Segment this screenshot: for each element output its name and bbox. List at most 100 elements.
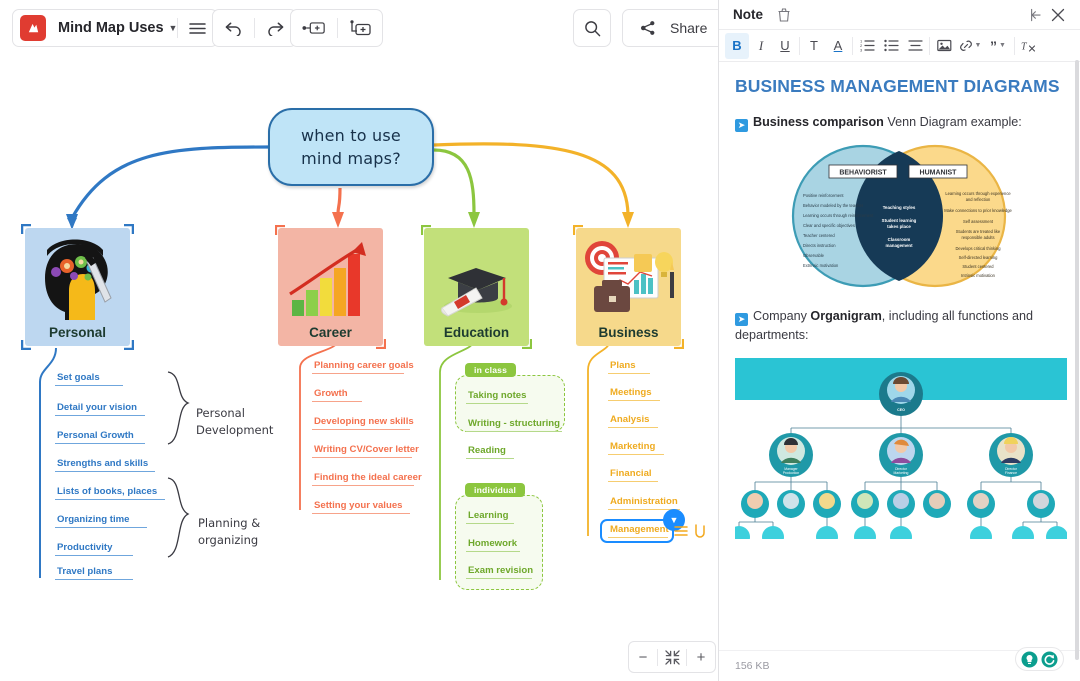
subtopic-label: Writing - structuring [468,418,561,429]
svg-text:and reflection: and reflection [965,197,990,202]
italic-button[interactable]: I [749,33,773,59]
subtopic-marketing[interactable]: Marketing [608,441,664,456]
quote-glyph: ” [990,37,998,54]
subtopic-writing-cv-cover-letter[interactable]: Writing CV/Cover letter [312,444,419,459]
underline [312,401,362,403]
close-icon[interactable] [1046,8,1070,22]
subtopic-set-goals[interactable]: Set goals [55,372,123,387]
subtopic-label: Growth [314,388,348,399]
branch-label-education: Education [443,325,510,340]
canvas-area[interactable]: Mind Map Uses ▼ Share when to use mind m… [0,0,718,681]
clear-format-icon[interactable]: T [1017,33,1041,59]
ai-assist-icon[interactable] [1021,651,1038,668]
bold-button[interactable]: B [725,32,749,59]
subtopic-developing-new-skills[interactable]: Developing new skills [312,416,414,431]
organigram-svg: CEO Manager Production Director Marketin… [728,357,1068,548]
svg-text:Extrinsic motivation: Extrinsic motivation [803,263,839,268]
note-panel-scrollbar[interactable] [1075,60,1079,660]
branch-node-career[interactable]: Career [275,225,386,349]
trash-icon[interactable] [773,7,795,22]
note-paragraph-1-rest: Venn Diagram example: [883,115,1022,129]
subtopic-management[interactable]: Management [608,524,669,539]
svg-text:Observable: Observable [803,253,825,258]
zoom-out-button[interactable]: − [629,642,657,672]
business-illustration-icon [585,241,674,312]
subtopic-label: Strengths and skills [57,458,149,469]
subtopic-label: Taking notes [468,390,527,401]
note-paragraph-1-bold: Business comparison [753,115,884,129]
subtopic-label: Lists of books, places [57,486,158,497]
subtopic-label: Management [610,524,669,535]
svg-text:Learning occurs through reinfo: Learning occurs through reinforcement [803,213,874,218]
venn-diagram-image[interactable]: BEHAVIORIST HUMANIST Positive reinforcem… [735,141,1062,291]
subtopic-label: Personal Growth [57,430,134,441]
mindmap-canvas[interactable]: when to use mind maps? Personal Set goal… [0,0,718,681]
subtopic-analysis[interactable]: Analysis [608,414,658,429]
note-panel-title: Note [733,7,763,22]
subtopic-taking-notes[interactable]: Taking notes [466,390,528,405]
underline [55,443,145,445]
subtopic-strengths-and-skills[interactable]: Strengths and skills [55,458,155,473]
fit-to-screen-icon[interactable] [658,642,686,672]
subtopic-exam-revision[interactable]: Exam revision [466,565,533,580]
svg-text:Student learning: Student learning [881,218,916,223]
subtopic-learning[interactable]: Learning [466,510,514,525]
svg-text:Self assessment: Self assessment [962,219,993,224]
subtopic-travel-plans[interactable]: Travel plans [55,566,133,581]
svg-text:Teacher centered: Teacher centered [803,233,835,238]
subtopic-productivity[interactable]: Productivity [55,542,133,557]
subtopic-meetings[interactable]: Meetings [608,387,660,402]
quote-button[interactable]: ” ▼ [984,33,1012,59]
subtopic-reading[interactable]: Reading [466,445,514,460]
central-topic[interactable]: when to use mind maps? [268,108,434,186]
branch-node-business[interactable]: Business [573,225,684,349]
selection-corner [124,224,134,234]
font-color-button[interactable]: A [826,33,850,59]
subtopic-administration[interactable]: Administration [608,496,680,511]
subtopic-personal-growth[interactable]: Personal Growth [55,430,145,445]
subtopic-label: Developing new skills [314,416,414,427]
link-icon[interactable]: ▼ [956,33,984,59]
bullet-list-icon[interactable] [879,33,903,59]
branch-node-education[interactable]: Education [421,225,532,349]
subtopic-planning-career-goals[interactable]: Planning career goals [312,360,414,375]
subtopic-setting-your-values[interactable]: Setting your values [312,500,410,515]
subtopic-writing-structuring[interactable]: Writing - structuring [466,418,562,433]
note-paragraph-1: ➤ Business comparison Venn Diagram exampl… [735,113,1062,132]
personal-illustration-icon [45,239,112,320]
refresh-icon[interactable] [1041,651,1058,668]
svg-text:CEO: CEO [897,408,905,412]
note-format-toolbar: B I U T A 1 2 3 ▼ ” ▼ T [719,30,1080,62]
relationship-icon[interactable] [694,524,707,544]
underline [55,471,155,473]
note-lines-icon[interactable] [674,524,688,543]
subtopic-plans[interactable]: Plans [608,360,650,375]
svg-text:Marketing: Marketing [894,471,909,475]
group-tag-individual[interactable]: individual [465,483,526,497]
chevron-down-icon[interactable]: ▼ [975,42,982,49]
align-icon[interactable] [903,33,927,59]
chevron-down-icon[interactable]: ▼ [999,42,1006,49]
ordered-list-icon[interactable]: 1 2 3 [855,33,879,59]
zoom-in-button[interactable]: + [687,642,715,672]
collapse-panel-icon[interactable] [1021,8,1046,22]
subtopic-financial[interactable]: Financial [608,468,658,483]
subtopic-homework[interactable]: Homework [466,538,520,553]
organigram-image[interactable]: CEO Manager Production Director Marketin… [728,354,1068,548]
subtopic-detail-your-vision[interactable]: Detail your vision [55,402,145,417]
underline [55,579,133,581]
subtopic-lists-of-books-places[interactable]: Lists of books, places [55,486,165,501]
svg-text:management: management [885,243,913,248]
subtopic-growth[interactable]: Growth [312,388,362,403]
image-icon[interactable] [932,33,956,59]
font-size-button[interactable]: T [802,33,826,59]
note-content[interactable]: BUSINESS MANAGEMENT DIAGRAMS ➤ Business c… [719,62,1080,650]
subtopic-finding-the-ideal-career[interactable]: Finding the ideal career [312,472,422,487]
group-tag-in-class[interactable]: in class [465,363,517,377]
underline-button[interactable]: U [773,33,797,59]
divider [799,36,800,55]
svg-text:responsible adults: responsible adults [961,235,994,240]
branch-node-personal[interactable]: Personal [21,224,134,350]
subtopic-organizing-time[interactable]: Organizing time [55,514,147,529]
svg-text:BEHAVIORIST: BEHAVIORIST [839,170,887,177]
